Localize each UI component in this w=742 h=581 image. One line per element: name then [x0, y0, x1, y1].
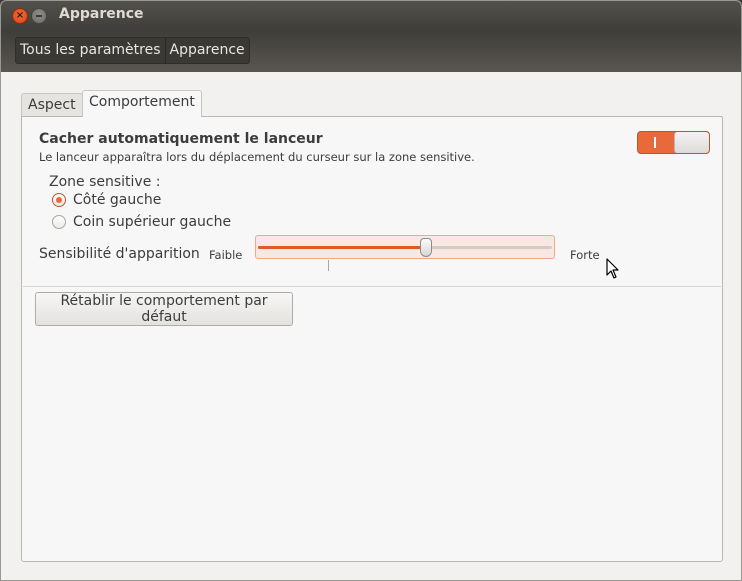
tab-behavior[interactable]: Comportement: [82, 90, 202, 117]
toolbar: Tous les paramètres Apparence: [1, 31, 741, 72]
appearance-window: × Apparence Tous les paramètres Apparenc…: [0, 0, 742, 581]
zone-option-left-side[interactable]: Côté gauche: [52, 192, 161, 208]
window-title: Apparence: [59, 6, 144, 22]
autohide-description: Le lanceur apparaîtra lors du déplacemen…: [39, 150, 475, 164]
sensitivity-max-label: Forte: [570, 248, 600, 262]
sensitivity-slider[interactable]: [255, 235, 555, 259]
content-area: Aspect Comportement Cacher automatiqueme…: [1, 72, 741, 580]
autohide-heading: Cacher automatiquement le lanceur: [39, 131, 323, 147]
breadcrumb-all-settings[interactable]: Tous les paramètres: [16, 38, 165, 63]
slider-thumb[interactable]: [419, 238, 432, 257]
reset-defaults-button[interactable]: Rétablir le comportement par défaut: [35, 292, 293, 326]
close-window-button[interactable]: ×: [12, 8, 28, 24]
zone-label: Zone sensitive :: [49, 174, 161, 190]
zone-option-top-left-corner[interactable]: Coin supérieur gauche: [52, 214, 231, 230]
mouse-pointer-icon: [606, 258, 619, 279]
divider: [23, 286, 721, 287]
toggle-on-mark-icon: [654, 137, 656, 148]
breadcrumb-appearance[interactable]: Apparence: [164, 38, 249, 63]
zone-option-label: Coin supérieur gauche: [73, 214, 232, 230]
sensitivity-label: Sensibilité d'apparition: [39, 246, 200, 262]
zone-option-label: Côté gauche: [73, 192, 162, 208]
radio-button-checked[interactable]: [52, 193, 66, 207]
tab-aspect[interactable]: Aspect: [21, 93, 83, 116]
toggle-knob: [674, 132, 709, 153]
title-bar: × Apparence: [1, 1, 741, 31]
sensitivity-min-label: Faible: [209, 248, 243, 262]
minimize-window-button[interactable]: [31, 8, 47, 24]
autohide-toggle[interactable]: [637, 131, 710, 154]
slider-fill: [258, 246, 426, 249]
behavior-panel: Cacher automatiquement le lanceur Le lan…: [21, 116, 723, 562]
radio-button[interactable]: [52, 215, 66, 229]
breadcrumb: Tous les paramètres Apparence: [15, 37, 250, 64]
slider-default-mark: [327, 260, 329, 271]
